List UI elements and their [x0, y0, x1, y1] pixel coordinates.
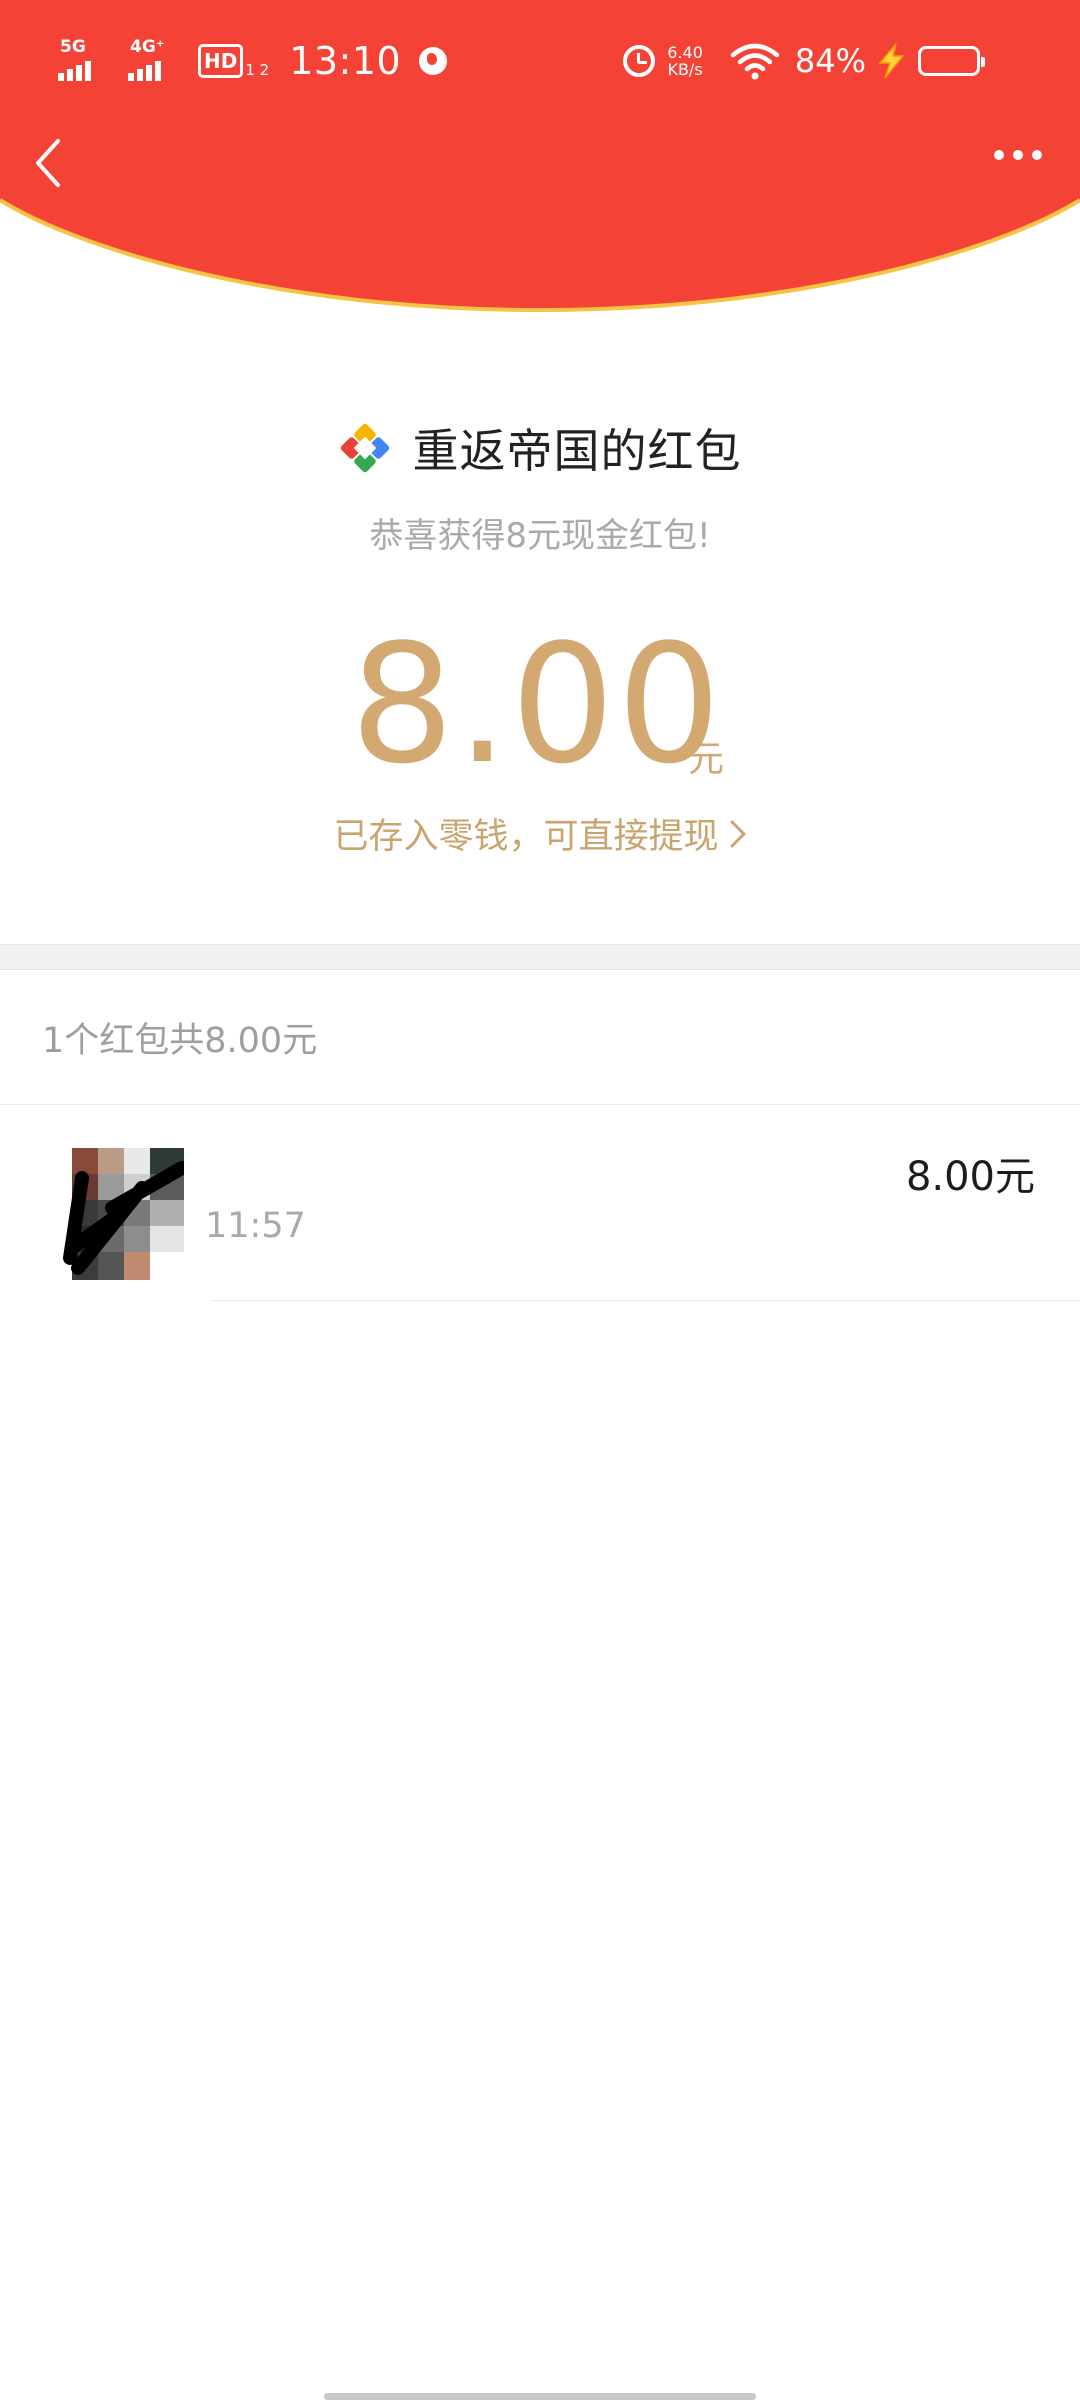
network-speed: 6.40 KB/s	[667, 43, 703, 79]
congrats-subtitle: 恭喜获得8元现金红包!	[369, 516, 711, 556]
home-indicator[interactable]	[324, 2393, 756, 2400]
packet-amount: 8.00	[350, 609, 724, 800]
signal-4g-icon: 4G⁺	[128, 39, 180, 83]
section-divider	[0, 944, 1080, 970]
back-arrow-icon[interactable]	[30, 135, 70, 191]
more-dots-icon[interactable]	[985, 150, 1042, 160]
amount-block: 8.00 元	[0, 620, 1080, 790]
wallet-withdraw-link[interactable]: 已存入零钱，可直接提现	[0, 808, 1080, 859]
battery-percent: 84%	[794, 42, 866, 80]
signal-5g-icon: 5G	[58, 39, 110, 83]
receive-time: 11:57	[205, 1206, 306, 1246]
sender-name: 重返帝国的红包	[412, 424, 742, 478]
divider	[210, 1300, 1080, 1301]
charging-bolt-icon	[878, 43, 905, 79]
app-logo-icon	[340, 423, 389, 473]
hd-voice-icon: HD 1 2	[198, 44, 269, 78]
divider	[0, 1104, 1080, 1105]
avatar	[42, 1148, 184, 1280]
battery-icon	[918, 46, 985, 76]
received-amount: 8.00元	[905, 1154, 1035, 1200]
packet-summary: 1个红包共8.00元	[42, 1021, 318, 1061]
red-packet-detail-page: 5G 4G⁺ HD 1 2 13:10 6.40 KB/s 84% 重返帝国的红…	[0, 0, 1080, 2408]
sender-title: 重返帝国的红包	[0, 415, 1080, 481]
wifi-icon	[730, 43, 780, 80]
list-item[interactable]: 11:57 8.00元	[0, 1106, 1080, 1300]
location-icon	[419, 47, 448, 75]
amount-unit: 元	[688, 739, 725, 780]
status-time: 13:10	[289, 39, 402, 83]
alarm-icon	[623, 45, 656, 77]
status-bar: 5G 4G⁺ HD 1 2 13:10 6.40 KB/s 84%	[0, 0, 1080, 120]
header-curve	[0, 120, 1080, 313]
wallet-link-label: 已存入零钱，可直接提现	[333, 817, 719, 857]
chevron-right-icon	[730, 820, 745, 847]
